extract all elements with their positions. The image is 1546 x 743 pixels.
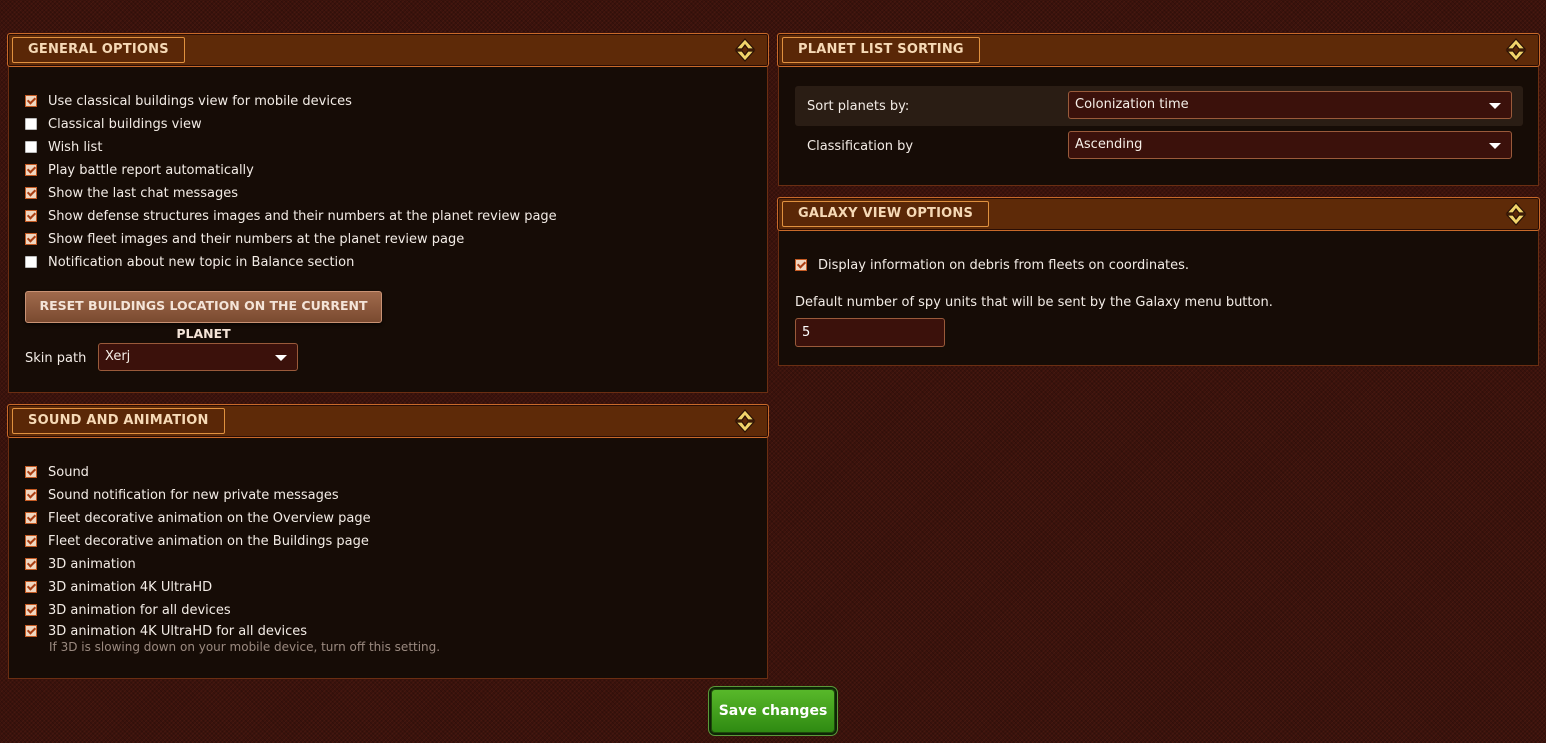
collapse-arrows-icon[interactable] <box>1505 38 1527 62</box>
chevron-down-icon <box>1489 103 1501 109</box>
option-fleet-images[interactable]: Show fleet images and their numbers at t… <box>25 230 464 248</box>
panel-header: GENERAL OPTIONS <box>7 33 769 67</box>
sort-planets-label: Sort planets by: <box>807 99 910 114</box>
skin-path-label: Skin path <box>25 351 87 366</box>
chevron-down-icon <box>1489 143 1501 149</box>
spy-units-label: Default number of spy units that will be… <box>795 295 1273 310</box>
option-debris-info[interactable]: Display information on debris from fleet… <box>795 256 1189 274</box>
checkbox[interactable] <box>25 535 37 547</box>
collapse-arrows-icon[interactable] <box>734 409 756 433</box>
save-changes-button[interactable]: Save changes <box>711 689 835 733</box>
chevron-down-icon <box>275 355 287 361</box>
option-3d-animation[interactable]: 3D animation <box>25 555 136 573</box>
checkbox[interactable] <box>25 512 37 524</box>
panel-title: GALAXY VIEW OPTIONS <box>782 201 990 227</box>
checkbox[interactable] <box>25 256 37 268</box>
option-sound-private-messages[interactable]: Sound notification for new private messa… <box>25 486 339 504</box>
checkbox[interactable] <box>25 141 37 153</box>
option-fleet-anim-buildings[interactable]: Fleet decorative animation on the Buildi… <box>25 532 369 550</box>
option-3d-4k-all-devices[interactable]: 3D animation 4K UltraHD for all devices <box>25 622 307 640</box>
checkbox[interactable] <box>25 625 37 637</box>
collapse-arrows-icon[interactable] <box>734 38 756 62</box>
option-fleet-anim-overview[interactable]: Fleet decorative animation on the Overvi… <box>25 509 371 527</box>
checkbox[interactable] <box>795 259 807 271</box>
checkbox[interactable] <box>25 233 37 245</box>
classification-select[interactable]: Ascending <box>1068 131 1512 159</box>
option-last-chat-messages[interactable]: Show the last chat messages <box>25 184 238 202</box>
checkbox[interactable] <box>25 187 37 199</box>
reset-buildings-button[interactable]: RESET BUILDINGS LOCATION ON THE CURRENT … <box>25 291 382 341</box>
option-balance-notification[interactable]: Notification about new topic in Balance … <box>25 253 354 271</box>
3d-hint-text: If 3D is slowing down on your mobile dev… <box>49 640 441 654</box>
panel-title: SOUND AND ANIMATION <box>12 408 225 434</box>
checkbox[interactable] <box>25 581 37 593</box>
checkbox[interactable] <box>25 164 37 176</box>
option-3d-4k[interactable]: 3D animation 4K UltraHD <box>25 578 212 596</box>
planet-sorting-panel: PLANET LIST SORTING Sort planets by: Col… <box>777 33 1540 186</box>
collapse-arrows-icon[interactable] <box>1505 202 1527 226</box>
option-battle-report-auto[interactable]: Play battle report automatically <box>25 161 254 179</box>
option-wish-list[interactable]: Wish list <box>25 138 102 156</box>
option-classical-buildings-view[interactable]: Classical buildings view <box>25 115 202 133</box>
spy-units-input[interactable]: 5 <box>795 318 945 347</box>
panel-title: PLANET LIST SORTING <box>782 37 980 63</box>
checkbox[interactable] <box>25 604 37 616</box>
galaxy-options-panel: GALAXY VIEW OPTIONS Display information … <box>777 197 1540 366</box>
option-3d-all-devices[interactable]: 3D animation for all devices <box>25 601 231 619</box>
skin-path-select[interactable]: Xerj <box>98 343 298 371</box>
classification-label: Classification by <box>807 139 914 154</box>
panel-header: SOUND AND ANIMATION <box>7 404 769 438</box>
panel-header: PLANET LIST SORTING <box>777 33 1540 67</box>
option-classical-view-mobile[interactable]: Use classical buildings view for mobile … <box>25 92 352 110</box>
checkbox[interactable] <box>25 118 37 130</box>
option-sound[interactable]: Sound <box>25 463 89 481</box>
sort-planets-select[interactable]: Colonization time <box>1068 91 1512 119</box>
panel-header: GALAXY VIEW OPTIONS <box>777 197 1540 231</box>
sound-animation-panel: SOUND AND ANIMATION Sound Sound notifica… <box>7 404 769 679</box>
option-defense-images[interactable]: Show defense structures images and their… <box>25 207 557 225</box>
checkbox[interactable] <box>25 210 37 222</box>
panel-title: GENERAL OPTIONS <box>12 37 185 63</box>
checkbox[interactable] <box>25 558 37 570</box>
checkbox[interactable] <box>25 95 37 107</box>
checkbox[interactable] <box>25 489 37 501</box>
checkbox[interactable] <box>25 466 37 478</box>
general-options-panel: GENERAL OPTIONS Use classical buildings … <box>7 33 769 393</box>
